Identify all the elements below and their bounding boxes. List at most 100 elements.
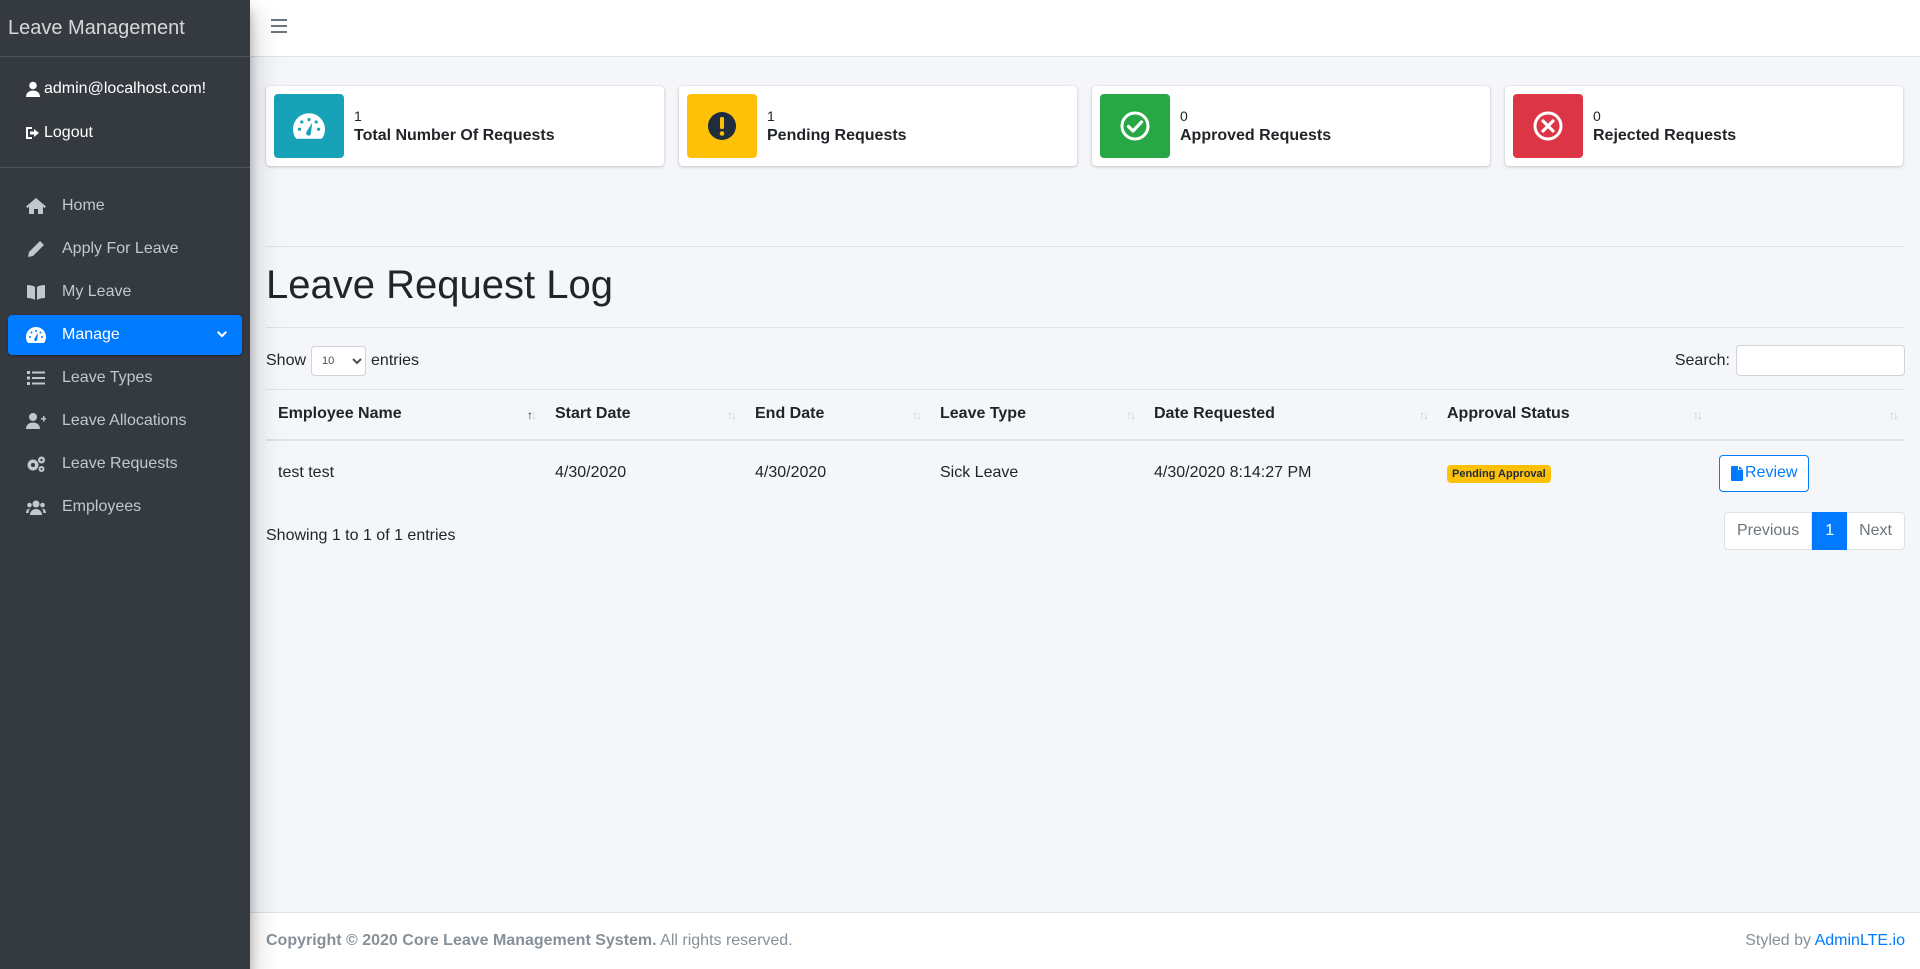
cell-approval-status: Pending Approval xyxy=(1435,440,1709,506)
column-header-start-date[interactable]: Start Date ↑↓ xyxy=(543,389,743,441)
brand-link[interactable]: Leave Management xyxy=(0,0,250,57)
pagination-previous[interactable]: Previous xyxy=(1723,512,1813,550)
logout-link[interactable]: Logout xyxy=(0,111,250,155)
divider xyxy=(266,246,1905,247)
cell-start-date: 4/30/2020 xyxy=(555,464,627,481)
page-title: Leave Request Log xyxy=(266,263,613,307)
table-info: Showing 1 to 1 of 1 entries xyxy=(266,527,456,544)
top-navbar xyxy=(250,0,1920,57)
sidebar-item-leave-types[interactable]: Leave Types xyxy=(8,358,242,398)
stats-row: 1 Total Number Of Requests 1 Pending Req… xyxy=(266,86,1905,166)
sort-icon: ↑↓ xyxy=(527,408,537,422)
sidebar-item-my-leave[interactable]: My Leave xyxy=(8,272,242,312)
list-icon xyxy=(27,371,45,385)
column-header-actions[interactable]: ↑↓ xyxy=(1709,389,1905,441)
info-box-label: Pending Requests xyxy=(767,127,907,144)
show-label: Show xyxy=(266,352,307,369)
info-box-number: 0 xyxy=(1180,108,1188,124)
sidebar-item-employees[interactable]: Employees xyxy=(8,487,242,527)
footer-copyright: Copyright © 2020 Core Leave Management S… xyxy=(266,932,793,950)
leave-request-table: Employee Name ↑↓ Start Date ↑↓ End Date ↑↓ … xyxy=(266,389,1905,506)
book-icon xyxy=(27,285,45,300)
info-box-icon xyxy=(1100,94,1170,158)
main-content: 1 Total Number Of Requests 1 Pending Req… xyxy=(250,57,1920,912)
pagination-next[interactable]: Next xyxy=(1847,512,1905,550)
sidebar-item-label: Leave Types xyxy=(62,369,153,386)
styled-by-text: Styled by xyxy=(1745,932,1812,949)
info-box-number: 0 xyxy=(1593,108,1601,124)
review-button[interactable]: Review xyxy=(1719,454,1810,492)
sidebar-nav: Home Apply For Leave My Leave Manage Lea… xyxy=(0,168,250,527)
menu-toggle-icon[interactable] xyxy=(271,19,287,35)
column-header-approval-status[interactable]: Approval Status ↑↓ xyxy=(1435,389,1709,441)
user-account-link[interactable]: admin@localhost.com! xyxy=(0,67,250,111)
entries-length-control: Show 10 entries xyxy=(266,346,419,376)
pagination: Previous 1 Next xyxy=(1723,512,1905,550)
sidebar-item-apply-for-leave[interactable]: Apply For Leave xyxy=(8,229,242,269)
sidebar-item-label: Manage xyxy=(62,326,120,343)
sidebar-item-leave-allocations[interactable]: Leave Allocations xyxy=(8,401,242,441)
info-box-icon xyxy=(687,94,757,158)
sort-icon: ↑↓ xyxy=(1126,408,1136,422)
times-circle-icon xyxy=(1533,111,1563,141)
sidebar-item-label: Home xyxy=(62,197,105,214)
status-badge: Pending Approval xyxy=(1447,464,1551,483)
info-box-rejected: 0 Rejected Requests xyxy=(1505,86,1903,166)
column-header-end-date[interactable]: End Date ↑↓ xyxy=(743,389,928,441)
rights-text: All rights reserved. xyxy=(660,932,793,949)
cell-end-date: 4/30/2020 xyxy=(755,464,827,481)
info-box-total: 1 Total Number Of Requests xyxy=(266,86,664,166)
sidebar-item-leave-requests[interactable]: Leave Requests xyxy=(8,444,242,484)
column-header-date-requested[interactable]: Date Requested ↑↓ xyxy=(1142,389,1435,441)
user-email: admin@localhost.com! xyxy=(44,80,207,97)
column-header-leave-type[interactable]: Leave Type ↑↓ xyxy=(928,389,1142,441)
chevron-down-icon xyxy=(217,331,227,338)
info-box-label: Approved Requests xyxy=(1180,127,1332,144)
cogs-icon xyxy=(27,456,45,472)
cell-employee-name: test test xyxy=(278,464,335,481)
sort-icon: ↑↓ xyxy=(1419,408,1429,422)
column-header-employee-name[interactable]: Employee Name ↑↓ xyxy=(266,389,543,441)
info-box-label: Rejected Requests xyxy=(1593,127,1737,144)
exclamation-icon xyxy=(708,112,736,140)
entries-select[interactable]: 10 xyxy=(311,346,367,376)
sort-icon: ↑↓ xyxy=(912,408,922,422)
info-box-pending: 1 Pending Requests xyxy=(679,86,1077,166)
file-icon xyxy=(1731,465,1743,481)
sidebar-item-label: Apply For Leave xyxy=(62,240,179,257)
info-box-icon xyxy=(274,94,344,158)
user-panel: admin@localhost.com! Logout xyxy=(0,57,250,168)
cell-date-requested: 4/30/2020 8:14:27 PM xyxy=(1154,464,1312,481)
pencil-icon xyxy=(28,241,44,257)
logout-label: Logout xyxy=(44,124,93,141)
info-box-icon xyxy=(1513,94,1583,158)
sign-out-icon xyxy=(26,127,39,139)
pagination-page-current[interactable]: 1 xyxy=(1812,512,1848,550)
sidebar-item-manage[interactable]: Manage xyxy=(8,315,242,355)
adminlte-link[interactable]: AdminLTE.io xyxy=(1815,932,1905,949)
sidebar-item-label: Leave Allocations xyxy=(62,412,187,429)
search-input[interactable] xyxy=(1736,345,1905,376)
info-box-label: Total Number Of Requests xyxy=(354,127,555,144)
user-plus-icon xyxy=(26,413,46,429)
tachometer-icon xyxy=(26,327,46,343)
footer: Copyright © 2020 Core Leave Management S… xyxy=(250,912,1920,969)
table-header-row: Employee Name ↑↓ Start Date ↑↓ End Date ↑↓ … xyxy=(266,389,1905,441)
sidebar: Leave Management admin@localhost.com! Lo… xyxy=(0,0,250,969)
tachometer-icon xyxy=(293,113,325,139)
divider xyxy=(266,327,1905,328)
sort-icon: ↑↓ xyxy=(1889,408,1899,422)
review-button-label: Review xyxy=(1745,464,1798,481)
sort-icon: ↑↓ xyxy=(1693,408,1703,422)
check-circle-icon xyxy=(1120,111,1150,141)
sidebar-item-label: Employees xyxy=(62,498,142,515)
users-icon xyxy=(26,500,46,515)
sort-icon: ↑↓ xyxy=(727,408,737,422)
search-label: Search: xyxy=(1674,351,1730,369)
info-box-number: 1 xyxy=(354,108,362,124)
table-row: test test 4/30/2020 4/30/2020 Sick Leave… xyxy=(266,440,1905,506)
copyright-text: Copyright © 2020 Core Leave Management S… xyxy=(266,932,657,949)
sidebar-item-home[interactable]: Home xyxy=(8,186,242,226)
table-search: Search: xyxy=(1675,345,1905,376)
footer-credit: Styled by AdminLTE.io xyxy=(1745,932,1905,950)
